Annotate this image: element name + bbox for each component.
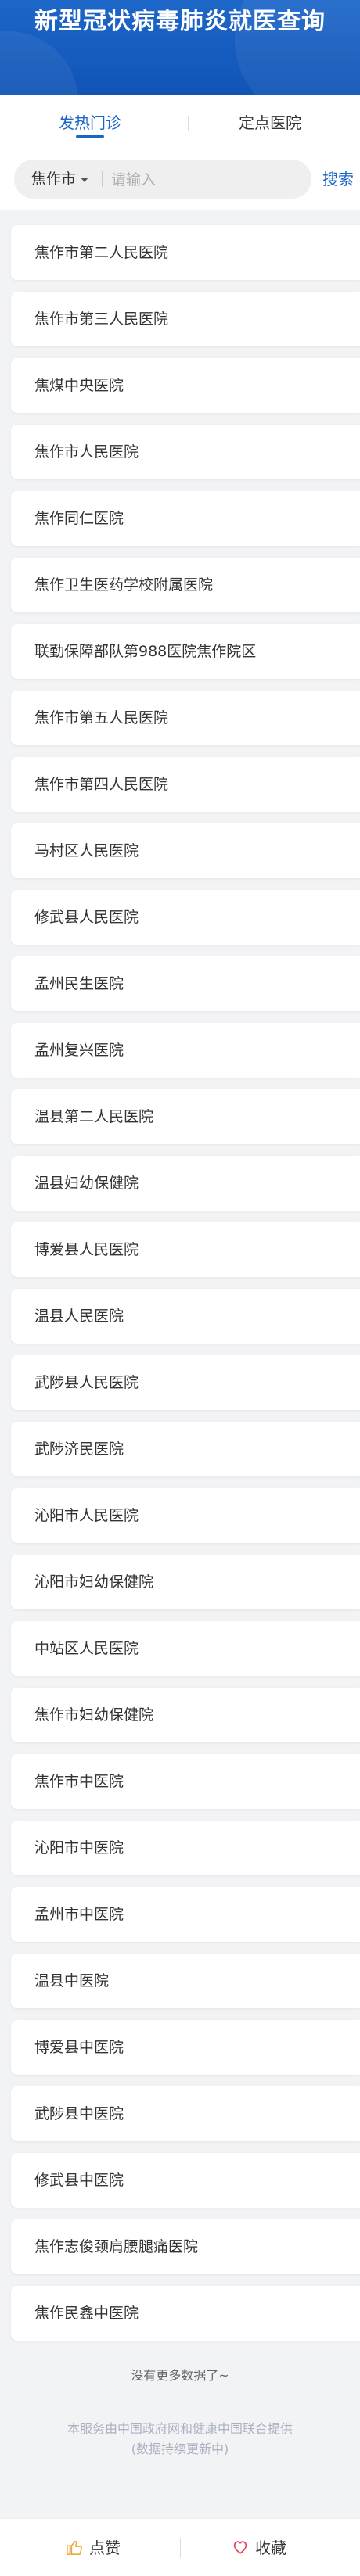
like-label: 点赞 bbox=[89, 2538, 121, 2557]
like-button[interactable]: 点赞 bbox=[66, 2519, 121, 2576]
tab-label: 定点医院 bbox=[239, 113, 301, 132]
search-box: 焦作市 bbox=[14, 160, 311, 199]
hospital-list-item[interactable]: 修武县中医院 bbox=[11, 2153, 360, 2208]
tab-divider bbox=[188, 116, 189, 131]
hospital-list-item[interactable]: 焦作市人民医院 bbox=[11, 425, 360, 479]
hospital-name: 沁阳市妇幼保健院 bbox=[34, 1573, 154, 1591]
hospital-list-item[interactable]: 温县人民医院 bbox=[11, 1289, 360, 1344]
active-tab-indicator bbox=[76, 135, 104, 138]
tab-bar: 发热门诊 定点医院 bbox=[0, 95, 360, 150]
hospital-list-item[interactable]: 焦作市第三人民医院 bbox=[11, 292, 360, 346]
hospital-name: 焦作市第二人民医院 bbox=[34, 244, 169, 261]
hospital-list-item[interactable]: 焦作市中医院 bbox=[11, 1754, 360, 1809]
hospital-name: 焦作市第五人民医院 bbox=[34, 709, 169, 727]
hospital-name: 焦作市中医院 bbox=[34, 1773, 124, 1790]
hospital-list-item[interactable]: 中站区人民医院 bbox=[11, 1621, 360, 1676]
hospital-name: 温县人民医院 bbox=[34, 1308, 124, 1325]
hospital-list-item[interactable]: 焦作同仁医院 bbox=[11, 491, 360, 546]
hospital-list-item[interactable]: 焦作市第五人民医院 bbox=[11, 691, 360, 745]
search-row: 焦作市 搜索 bbox=[0, 150, 360, 210]
bottom-bar-divider bbox=[180, 2538, 181, 2558]
hospital-name: 联勤保障部队第988医院焦作院区 bbox=[34, 643, 257, 660]
favorite-button[interactable]: 收藏 bbox=[232, 2519, 286, 2576]
hospital-name: 焦作市第三人民医院 bbox=[34, 310, 169, 328]
hospital-name: 武陟济民医院 bbox=[34, 1440, 124, 1458]
service-notice: 本服务由中国政府网和健康中国联合提供 bbox=[67, 2421, 293, 2436]
search-divider bbox=[102, 171, 103, 187]
hospital-name: 焦作市人民医院 bbox=[34, 443, 139, 461]
hospital-name: 温县中医院 bbox=[34, 1972, 110, 1989]
hospital-name: 孟州复兴医院 bbox=[34, 1042, 124, 1059]
hospital-name: 焦作同仁医院 bbox=[34, 510, 124, 527]
page-title: 新型冠状病毒肺炎就医查询 bbox=[34, 8, 326, 35]
hospital-list-item[interactable]: 武陟县中医院 bbox=[11, 2086, 360, 2141]
hospital-name: 焦作市第四人民医院 bbox=[34, 776, 169, 793]
header-banner: 新型冠状病毒肺炎就医查询 bbox=[0, 0, 360, 95]
hospital-list-item[interactable]: 焦作市第二人民医院 bbox=[11, 225, 360, 280]
hospital-list-item[interactable]: 焦作卫生医药学校附属医院 bbox=[11, 558, 360, 612]
tab-designated-hospital[interactable]: 定点医院 bbox=[180, 95, 360, 150]
hospital-list-item[interactable]: 武陟县人民医院 bbox=[11, 1355, 360, 1410]
hospital-list-item[interactable]: 焦作民鑫中医院 bbox=[11, 2286, 360, 2341]
heart-icon bbox=[233, 2540, 247, 2554]
hospital-name: 焦作市妇幼保健院 bbox=[34, 1706, 154, 1724]
hospital-list-item[interactable]: 焦作志俊颈肩腰腿痛医院 bbox=[11, 2219, 360, 2274]
hospital-name: 孟州市中医院 bbox=[34, 1906, 124, 1923]
hospital-list-item[interactable]: 沁阳市中医院 bbox=[11, 1821, 360, 1875]
hospital-name: 博爱县中医院 bbox=[34, 2039, 124, 2056]
hospital-list-item[interactable]: 博爱县人民医院 bbox=[11, 1222, 360, 1277]
hospital-list-item[interactable]: 焦作市第四人民医院 bbox=[11, 757, 360, 812]
hospital-name: 马村区人民医院 bbox=[34, 842, 139, 859]
update-notice: (数据持续更新中) bbox=[131, 2441, 229, 2456]
hospital-list-item[interactable]: 温县第二人民医院 bbox=[11, 1089, 360, 1144]
search-input[interactable] bbox=[110, 163, 301, 196]
page: 新型冠状病毒肺炎就医查询 发热门诊 定点医院 焦作市 搜索 焦作市第二人民医院焦… bbox=[0, 0, 360, 2576]
hospital-list-item[interactable]: 孟州民生医院 bbox=[11, 956, 360, 1011]
banner-decoration bbox=[0, 31, 78, 95]
hospital-name: 博爱县人民医院 bbox=[34, 1241, 139, 1258]
hospital-name: 孟州民生医院 bbox=[34, 975, 124, 992]
hospital-name: 温县妇幼保健院 bbox=[34, 1175, 139, 1192]
hospital-name: 修武县人民医院 bbox=[34, 909, 139, 926]
hospital-list-item[interactable]: 沁阳市人民医院 bbox=[11, 1488, 360, 1543]
hospital-list-item[interactable]: 焦作市妇幼保健院 bbox=[11, 1688, 360, 1742]
tab-fever-clinic[interactable]: 发热门诊 bbox=[0, 95, 180, 150]
search-button[interactable]: 搜索 bbox=[322, 160, 354, 199]
hospital-list-item[interactable]: 温县妇幼保健院 bbox=[11, 1156, 360, 1211]
hospital-name: 武陟县中医院 bbox=[34, 2105, 124, 2122]
hospital-list-item[interactable]: 修武县人民医院 bbox=[11, 890, 360, 945]
city-select[interactable]: 焦作市 bbox=[31, 160, 89, 199]
hospital-name: 焦作卫生医药学校附属医院 bbox=[34, 576, 214, 594]
hospital-name: 修武县中医院 bbox=[34, 2172, 124, 2189]
hospital-name: 沁阳市中医院 bbox=[34, 1839, 124, 1857]
bottom-action-bar: 点赞 收藏 bbox=[0, 2518, 360, 2576]
tab-label: 发热门诊 bbox=[59, 113, 121, 132]
hospital-list-item[interactable]: 博爱县中医院 bbox=[11, 2020, 360, 2075]
hospital-name: 焦煤中央医院 bbox=[34, 377, 124, 394]
hospital-list-item[interactable]: 孟州市中医院 bbox=[11, 1887, 360, 1942]
hospital-list-item[interactable]: 孟州复兴医院 bbox=[11, 1023, 360, 1078]
hospital-list-item[interactable]: 武陟济民医院 bbox=[11, 1422, 360, 1476]
hospital-name: 中站区人民医院 bbox=[34, 1640, 139, 1657]
caret-down-icon bbox=[81, 177, 89, 182]
hospital-list-item[interactable]: 温县中医院 bbox=[11, 1954, 360, 2008]
hospital-list: 焦作市第二人民医院 焦作市第三人民医院 焦煤中央医院 焦作市人民医院 焦作同仁医院焦作卫… bbox=[11, 225, 360, 2352]
hospital-name: 焦作民鑫中医院 bbox=[34, 2305, 139, 2322]
hospital-name: 温县第二人民医院 bbox=[34, 1108, 154, 1125]
hospital-list-item[interactable]: 焦煤中央医院 bbox=[11, 358, 360, 413]
hospital-name: 沁阳市人民医院 bbox=[34, 1507, 139, 1524]
hospital-name: 焦作志俊颈肩腰腿痛医院 bbox=[34, 2238, 199, 2255]
city-select-value: 焦作市 bbox=[31, 170, 77, 188]
thumbs-up-icon bbox=[67, 2540, 82, 2555]
no-more-data-text: 没有更多数据了~ bbox=[131, 2368, 229, 2383]
hospital-list-item[interactable]: 沁阳市妇幼保健院 bbox=[11, 1555, 360, 1609]
hospital-list-item[interactable]: 联勤保障部队第988医院焦作院区 bbox=[11, 624, 360, 679]
favorite-label: 收藏 bbox=[255, 2538, 286, 2557]
hospital-list-item[interactable]: 马村区人民医院 bbox=[11, 823, 360, 878]
hospital-name: 武陟县人民医院 bbox=[34, 1374, 139, 1391]
